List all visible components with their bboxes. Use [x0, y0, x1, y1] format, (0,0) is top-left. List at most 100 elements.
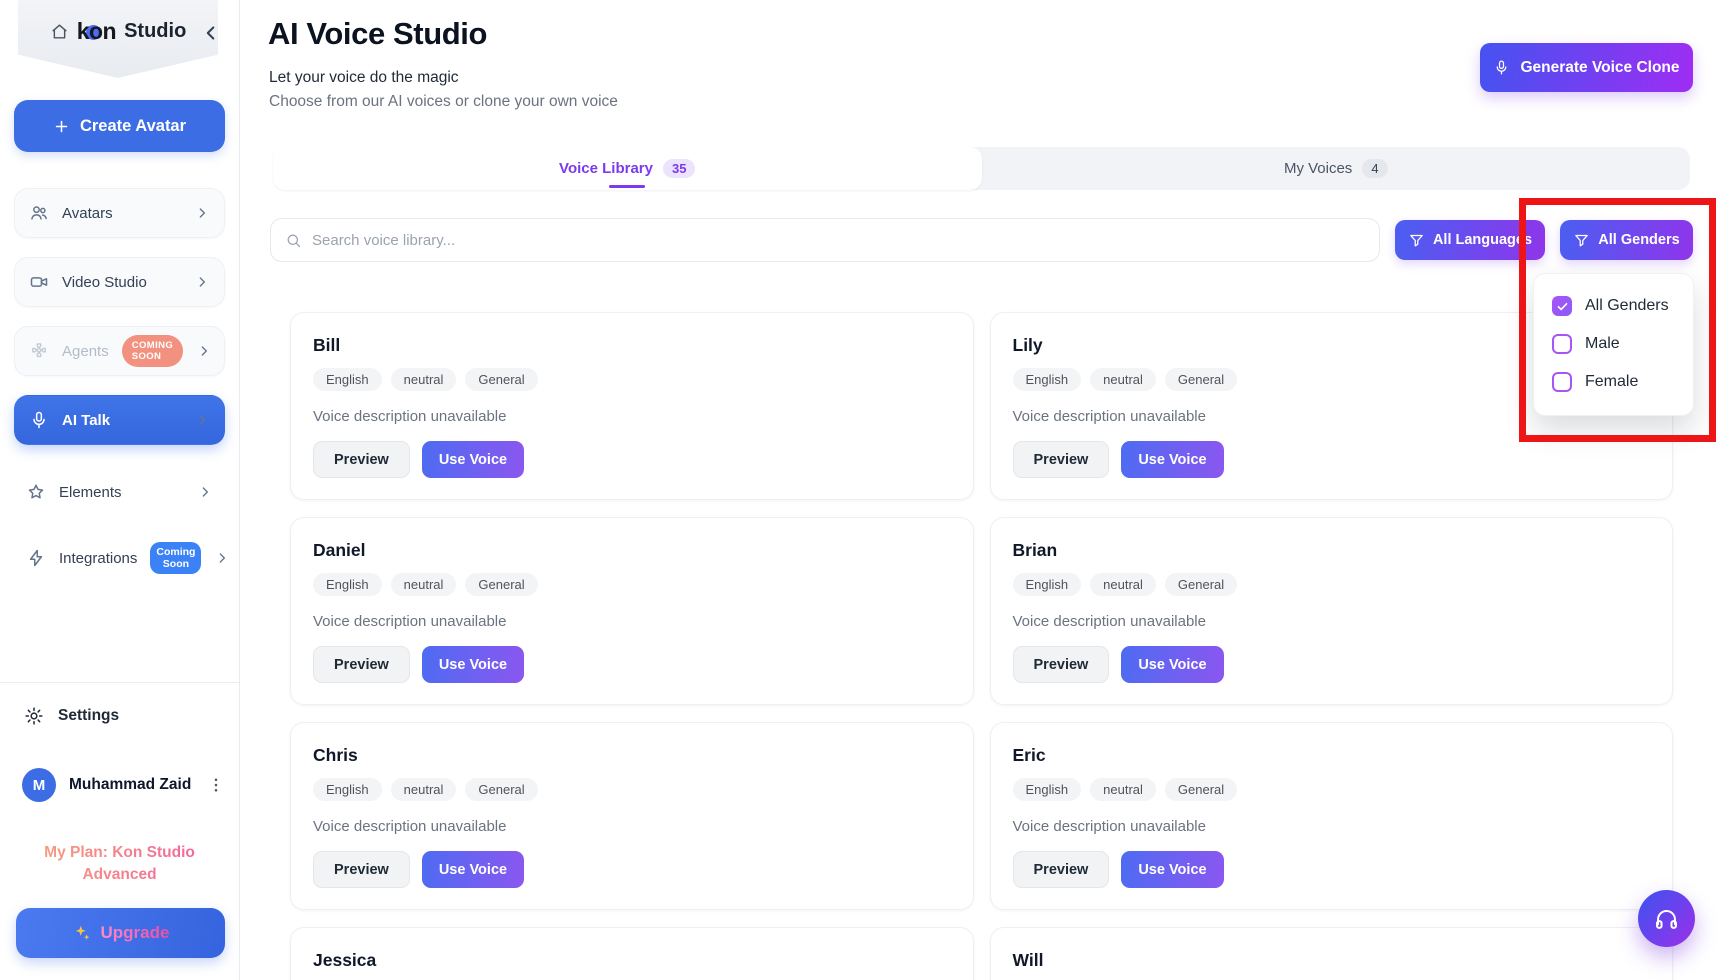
gender-option-all-genders[interactable]: All Genders	[1534, 287, 1693, 325]
voice-description: Voice description unavailable	[1012, 613, 1206, 630]
voice-tag: neutral	[390, 368, 457, 391]
use-voice-button[interactable]: Use Voice	[1121, 441, 1224, 478]
generate-voice-clone-label: Generate Voice Clone	[1520, 58, 1680, 76]
checkbox-unchecked[interactable]	[1552, 334, 1572, 354]
upgrade-label: Upgrade	[100, 923, 170, 942]
sparkles-icon	[72, 923, 92, 943]
gender-option-label: All Genders	[1585, 297, 1669, 314]
use-voice-button[interactable]: Use Voice	[421, 851, 525, 888]
coming-soon-badge: COMING SOON	[121, 335, 184, 367]
checkbox-checked[interactable]	[1552, 296, 1572, 316]
gender-option-label: Male	[1585, 335, 1620, 352]
preview-button[interactable]: Preview	[313, 851, 410, 888]
page-subtitle-2: Choose from our AI voices or clone your …	[269, 93, 618, 110]
logo-banner: kon Studio	[18, 0, 218, 78]
gear-icon	[24, 706, 44, 726]
gender-option-female[interactable]: Female	[1534, 363, 1693, 401]
search-input[interactable]	[312, 231, 1365, 249]
preview-button[interactable]: Preview	[1012, 646, 1110, 683]
audio-assistant-fab[interactable]	[1638, 890, 1695, 947]
voice-tag: General	[1164, 778, 1238, 801]
voice-name: Will	[1012, 950, 1044, 970]
preview-button[interactable]: Preview	[313, 441, 410, 478]
voice-tag: English	[313, 778, 382, 801]
sidebar-item-settings[interactable]: Settings	[24, 706, 119, 726]
tab-my-voices[interactable]: My Voices 4	[982, 147, 1691, 190]
user-profile[interactable]: M Muhammad Zaid	[22, 768, 225, 802]
chevron-right-icon	[196, 343, 212, 359]
user-menu-icon[interactable]	[207, 776, 225, 794]
active-tab-underline	[609, 184, 646, 188]
checkbox-unchecked[interactable]	[1552, 372, 1572, 392]
home-icon[interactable]	[50, 22, 69, 41]
sidebar-item-integrations[interactable]: Integrations Coming Soon	[14, 539, 226, 577]
voice-tag: General	[465, 368, 538, 391]
funnel-icon	[1573, 232, 1590, 249]
generate-voice-clone-button[interactable]: Generate Voice Clone	[1480, 43, 1693, 92]
coming-soon-badge: Coming Soon	[150, 541, 202, 575]
voice-actions: Preview Use Voice	[1012, 646, 1651, 683]
sidebar-item-ai-talk[interactable]: AI Talk	[14, 395, 225, 445]
sidebar-collapse-button[interactable]	[200, 22, 222, 44]
plus-icon	[53, 118, 70, 135]
voice-tag: neutral	[390, 778, 457, 801]
voice-tags: English neutral General	[1012, 778, 1651, 801]
brand-text: kon	[76, 17, 117, 44]
voice-tag: General	[1164, 368, 1238, 391]
sidebar-divider	[0, 682, 239, 683]
chevron-right-icon	[194, 412, 210, 428]
create-avatar-button[interactable]: Create Avatar	[14, 100, 225, 152]
voice-tags: English neutral General	[313, 778, 951, 801]
tab-voice-library[interactable]: Voice Library 35	[273, 147, 982, 190]
all-languages-filter-button[interactable]: All Languages	[1395, 220, 1545, 260]
voice-card: Jessica EnglishneutralGeneral Voice desc…	[290, 927, 974, 980]
page-subtitle-1: Let your voice do the magic	[269, 69, 459, 86]
all-genders-label: All Genders	[1598, 232, 1680, 248]
voice-tag: English	[313, 368, 382, 391]
voice-tag: General	[465, 573, 538, 596]
use-voice-button[interactable]: Use Voice	[421, 441, 525, 478]
all-genders-filter-button[interactable]: All Genders	[1560, 220, 1693, 260]
star-icon	[26, 482, 46, 502]
tab-bar: Voice Library 35 My Voices 4	[273, 147, 1690, 190]
voice-actions: Preview Use Voice	[313, 851, 951, 888]
preview-button[interactable]: Preview	[1012, 441, 1110, 478]
create-avatar-label: Create Avatar	[79, 116, 187, 135]
avatar: M	[22, 768, 56, 802]
voice-description: Voice description unavailable	[1012, 818, 1206, 835]
use-voice-button[interactable]: Use Voice	[1121, 646, 1224, 683]
voice-actions: Preview Use Voice	[1012, 851, 1651, 888]
preview-button[interactable]: Preview	[313, 646, 410, 683]
users-icon	[29, 203, 49, 223]
headphones-icon	[1653, 905, 1680, 932]
funnel-icon	[1408, 232, 1425, 249]
microphone-icon	[1493, 59, 1510, 76]
voice-card: Bill English neutral General Voice descrip…	[290, 312, 974, 500]
gender-filter-dropdown: All Genders Male Female	[1533, 273, 1694, 416]
voice-card-grid: Bill English neutral General Voice descrip…	[290, 312, 1673, 980]
sidebar-item-elements[interactable]: Elements	[14, 473, 225, 511]
voice-tag: English	[1012, 573, 1082, 596]
voice-name: Jessica	[313, 950, 377, 970]
sidebar-item-avatars[interactable]: Avatars	[14, 188, 225, 238]
voice-card: Brian English neutral General Voice descri…	[989, 517, 1673, 705]
gender-option-male[interactable]: Male	[1534, 325, 1693, 363]
tab-voice-library-label: Voice Library	[559, 160, 653, 177]
chevron-right-icon	[214, 550, 230, 566]
upgrade-button[interactable]: Upgrade	[16, 908, 225, 958]
voice-card: Eric English neutral General Voice descrip…	[989, 722, 1673, 910]
use-voice-button[interactable]: Use Voice	[421, 646, 525, 683]
sidebar: kon Studio Create Avatar Avatars Video S…	[0, 0, 240, 980]
voice-tag: General	[1164, 573, 1238, 596]
voice-tag: English	[1012, 368, 1082, 391]
voice-description: Voice description unavailable	[313, 408, 507, 425]
voice-actions: Preview Use Voice	[1012, 441, 1651, 478]
voice-tags: English neutral General	[313, 368, 951, 391]
voice-name: Brian	[1012, 540, 1058, 560]
voice-actions: Preview Use Voice	[313, 646, 951, 683]
voice-tag: English	[1012, 778, 1082, 801]
preview-button[interactable]: Preview	[1012, 851, 1110, 888]
sidebar-item-video-studio[interactable]: Video Studio	[14, 257, 225, 307]
search-icon	[285, 232, 302, 249]
use-voice-button[interactable]: Use Voice	[1121, 851, 1224, 888]
